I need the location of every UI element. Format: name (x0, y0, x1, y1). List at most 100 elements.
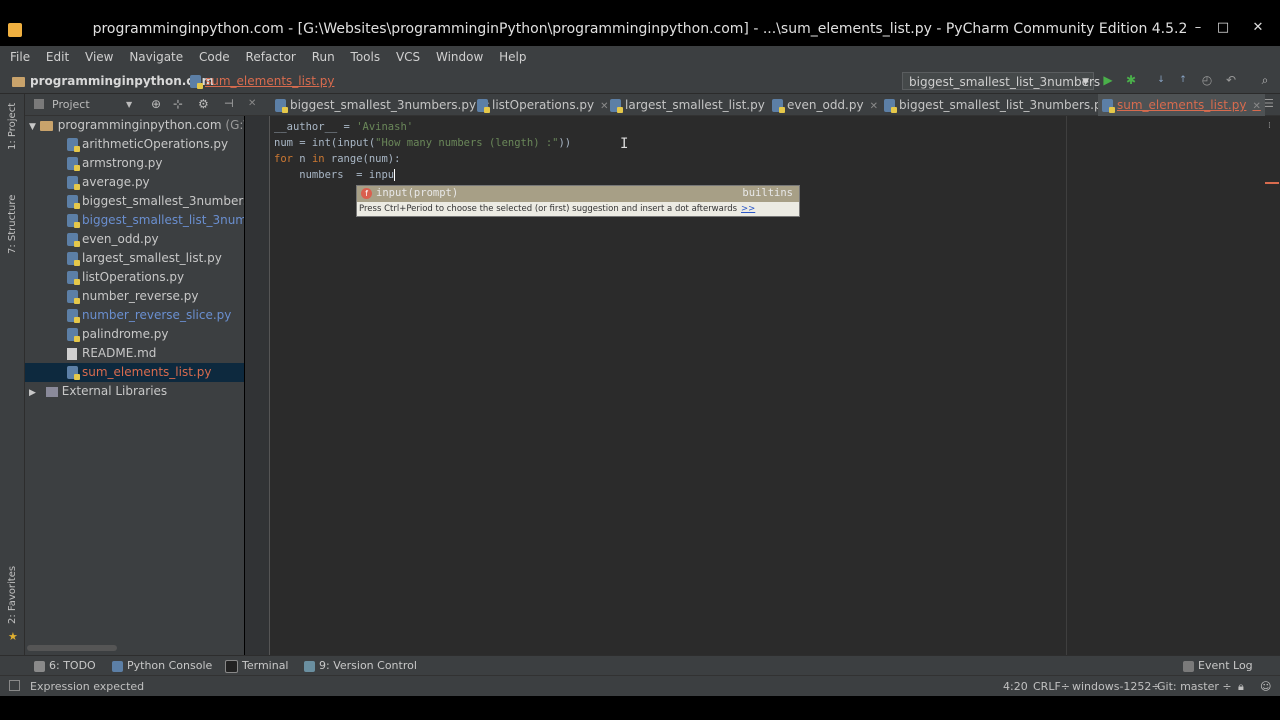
list-item[interactable]: largest_smallest_list.py (25, 249, 244, 268)
menu-tools[interactable]: Tools (345, 46, 387, 68)
completion-more-link[interactable]: >> (741, 204, 755, 214)
tab-even-odd[interactable]: even_odd.py ✕ (772, 94, 878, 116)
menu-window[interactable]: Window (430, 46, 489, 68)
completion-hint: Press Ctrl+Period to choose the selected… (359, 204, 756, 214)
python-file-icon (884, 99, 897, 113)
menu-vcs[interactable]: VCS (390, 46, 426, 68)
folder-icon (12, 76, 25, 87)
maximize-button[interactable]: □ (1215, 20, 1231, 35)
project-view-select[interactable]: Project (52, 98, 90, 111)
sync-icon[interactable]: ⊕ (151, 97, 161, 111)
python-file-icon (67, 309, 80, 323)
debug-icon[interactable]: ✱ (1124, 73, 1138, 87)
list-item[interactable]: even_odd.py (25, 230, 244, 249)
collapse-icon[interactable]: ⊹ (173, 97, 183, 111)
run-configuration-select[interactable]: biggest_smallest_list_3numbers ▼ (902, 72, 1100, 90)
close-icon[interactable]: ✕ (248, 98, 256, 109)
structure-tool-button[interactable]: 7: Structure (7, 195, 18, 254)
tab-sum-elements-list[interactable]: sum_elements_list.py ✕ (1098, 94, 1265, 116)
menu-navigate[interactable]: Navigate (123, 46, 189, 68)
list-item[interactable]: number_reverse_slice.py (25, 306, 244, 325)
python-console-icon (112, 660, 123, 672)
search-icon[interactable]: ⌕ (1258, 73, 1272, 87)
list-item[interactable]: average.py (25, 173, 244, 192)
menu-edit[interactable]: Edit (40, 46, 75, 68)
text-cursor (394, 169, 396, 181)
chevron-right-icon: ▶ (29, 388, 36, 398)
error-marker[interactable] (1265, 182, 1279, 184)
menu-refactor[interactable]: Refactor (240, 46, 302, 68)
menu-run[interactable]: Run (306, 46, 341, 68)
right-margin-guide (1066, 116, 1067, 655)
line-separator[interactable]: CRLF÷ (1033, 680, 1070, 693)
completion-suggestion[interactable]: f input(prompt) builtins (357, 186, 799, 202)
python-console-tool-button[interactable]: Python Console (112, 659, 212, 672)
horizontal-scrollbar[interactable] (27, 645, 117, 651)
chevron-down-icon[interactable]: ▼ (126, 100, 132, 109)
lock-icon[interactable]: 🔒︎ (1238, 680, 1244, 694)
list-item[interactable]: listOperations.py (25, 268, 244, 287)
mouse-ibeam-cursor: I (620, 136, 629, 152)
function-icon: f (361, 188, 372, 199)
terminal-tool-button[interactable]: Terminal (225, 659, 289, 673)
project-tool-button[interactable]: 1: Project (7, 103, 18, 150)
todo-icon (34, 660, 45, 672)
close-icon[interactable]: ✕ (870, 101, 878, 112)
python-file-icon (1102, 99, 1115, 113)
menu-file[interactable]: File (4, 46, 36, 68)
status-bar: Expression expected 4:20 CRLF÷ windows-1… (0, 675, 1280, 696)
hide-panel-icon[interactable]: ⊣ (224, 97, 234, 110)
breadcrumb-file[interactable]: sum_elements_list.py (190, 74, 334, 89)
chevron-down-icon: ▼ (29, 122, 36, 132)
tab-largest-smallest-list[interactable]: largest_smallest_list.py✕ (610, 94, 779, 116)
breadcrumb-project[interactable]: programminginpython.com (12, 74, 214, 88)
todo-tool-button[interactable]: 6: TODO (34, 659, 96, 672)
tree-external-libraries[interactable]: ▶ External Libraries (25, 382, 244, 401)
python-file-icon (67, 366, 80, 380)
python-file-icon (610, 99, 623, 113)
markdown-file-icon (67, 347, 77, 360)
editor-tab-row: Project ▼ ⊕ ⊹ ⚙ ⊣ ✕ biggest_smallest_3nu… (0, 94, 1280, 116)
close-button[interactable]: ✕ (1250, 20, 1266, 35)
caret-position[interactable]: 4:20 (1003, 680, 1028, 693)
revert-icon[interactable]: ↶ (1224, 73, 1238, 87)
error-stripe: ⁞ (1265, 116, 1280, 655)
menu-bar: File Edit View Navigate Code Refactor Ru… (0, 46, 1280, 68)
list-item[interactable]: arithmeticOperations.py (25, 135, 244, 154)
close-icon[interactable]: ✕ (1252, 101, 1260, 112)
favorites-tool-button[interactable]: 2: Favorites (7, 566, 18, 624)
menu-code[interactable]: Code (193, 46, 236, 68)
tab-biggest-smallest-list-3numbers[interactable]: biggest_smallest_list_3numbers.py✕ (884, 94, 1123, 116)
git-branch[interactable]: Git: master ÷ (1157, 680, 1232, 693)
list-item[interactable]: biggest_smallest_list_3numbers.p (25, 211, 244, 230)
list-item[interactable]: palindrome.py (25, 325, 244, 344)
minimize-button[interactable]: – (1190, 20, 1206, 35)
list-item[interactable]: armstrong.py (25, 154, 244, 173)
tree-root[interactable]: ▼ programminginpython.com (G:\Wel (25, 116, 244, 135)
inspector-icon[interactable]: ☺ (1260, 680, 1271, 693)
python-file-icon (67, 290, 80, 304)
tool-windows-toggle-icon[interactable] (9, 680, 20, 691)
run-icon[interactable]: ▶ (1101, 73, 1115, 87)
tab-list-operations[interactable]: listOperations.py ✕ (477, 94, 609, 116)
close-icon[interactable]: ✕ (600, 101, 608, 112)
list-item[interactable]: number_reverse.py (25, 287, 244, 306)
event-log-tool-button[interactable]: Event Log (1183, 659, 1253, 672)
library-icon (45, 386, 58, 397)
vcs-update-icon[interactable]: ↓ (1154, 73, 1168, 87)
python-file-icon (67, 195, 80, 209)
tab-biggest-smallest-3numbers[interactable]: biggest_smallest_3numbers.py✕ (275, 94, 490, 116)
menu-view[interactable]: View (79, 46, 119, 68)
list-item-selected[interactable]: sum_elements_list.py (25, 363, 244, 382)
version-control-tool-button[interactable]: 9: Version Control (304, 659, 417, 672)
file-encoding[interactable]: windows-1252÷ (1072, 680, 1161, 693)
project-panel-header: Project ▼ ⊕ ⊹ ⚙ ⊣ (28, 94, 245, 116)
menu-help[interactable]: Help (493, 46, 532, 68)
gear-icon[interactable]: ⚙ (198, 97, 209, 111)
list-item[interactable]: README.md (25, 344, 244, 363)
vcs-commit-icon[interactable]: ↑ (1176, 73, 1190, 87)
list-item[interactable]: biggest_smallest_3numbers.py (25, 192, 244, 211)
split-icon[interactable]: ☰ (1264, 97, 1274, 110)
history-icon[interactable]: ◴ (1200, 73, 1214, 87)
python-file-icon (67, 138, 80, 152)
